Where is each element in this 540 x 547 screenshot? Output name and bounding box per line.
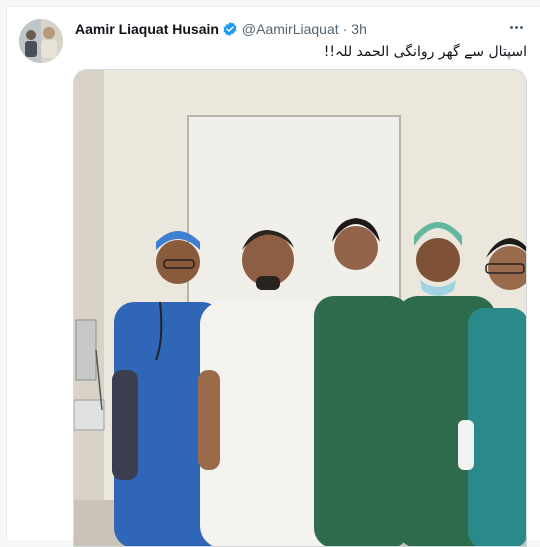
separator-dot: · bbox=[342, 21, 348, 37]
tweet-photo[interactable] bbox=[73, 69, 527, 547]
tweet-text: اسپتال سے گھر روانگی الحمد للہ!! bbox=[323, 44, 527, 60]
author-avatar[interactable] bbox=[19, 19, 63, 63]
tweet-header: Aamir Liaquat Husain @AamirLiaquat · 3h bbox=[75, 19, 528, 39]
verified-badge-icon bbox=[222, 21, 238, 37]
tweet-card[interactable]: Aamir Liaquat Husain @AamirLiaquat · 3h … bbox=[6, 6, 540, 547]
author-handle[interactable]: @AamirLiaquat bbox=[242, 21, 339, 37]
author-name[interactable]: Aamir Liaquat Husain bbox=[75, 21, 219, 37]
more-options-icon[interactable] bbox=[506, 17, 526, 37]
tweet-timestamp[interactable]: 3h bbox=[351, 21, 367, 37]
